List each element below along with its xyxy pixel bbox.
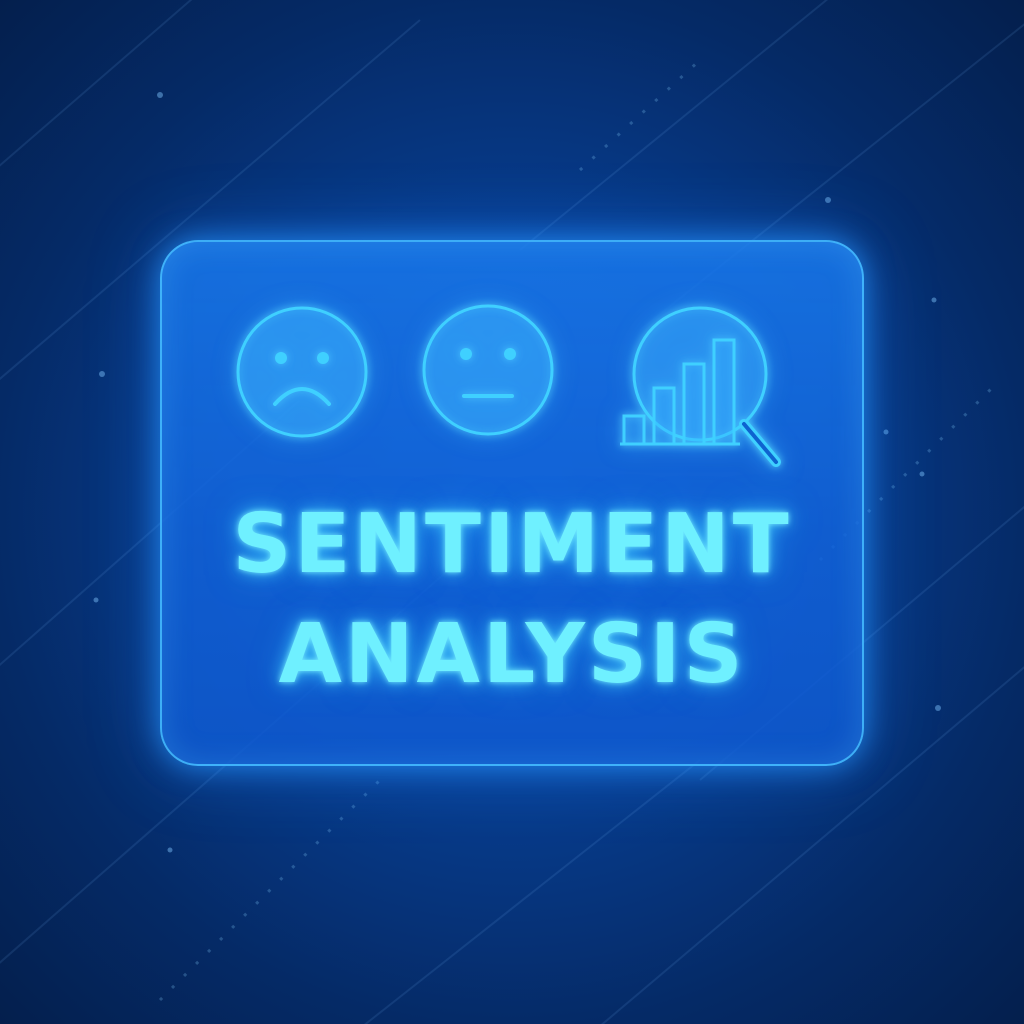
neutral-face-icon: [422, 304, 554, 436]
sad-face-icon: [236, 306, 368, 438]
chart-magnifier-icon: [620, 306, 781, 467]
title-line-2: ANALYSIS: [278, 607, 746, 702]
title-line-1: SENTIMENT: [232, 497, 792, 592]
